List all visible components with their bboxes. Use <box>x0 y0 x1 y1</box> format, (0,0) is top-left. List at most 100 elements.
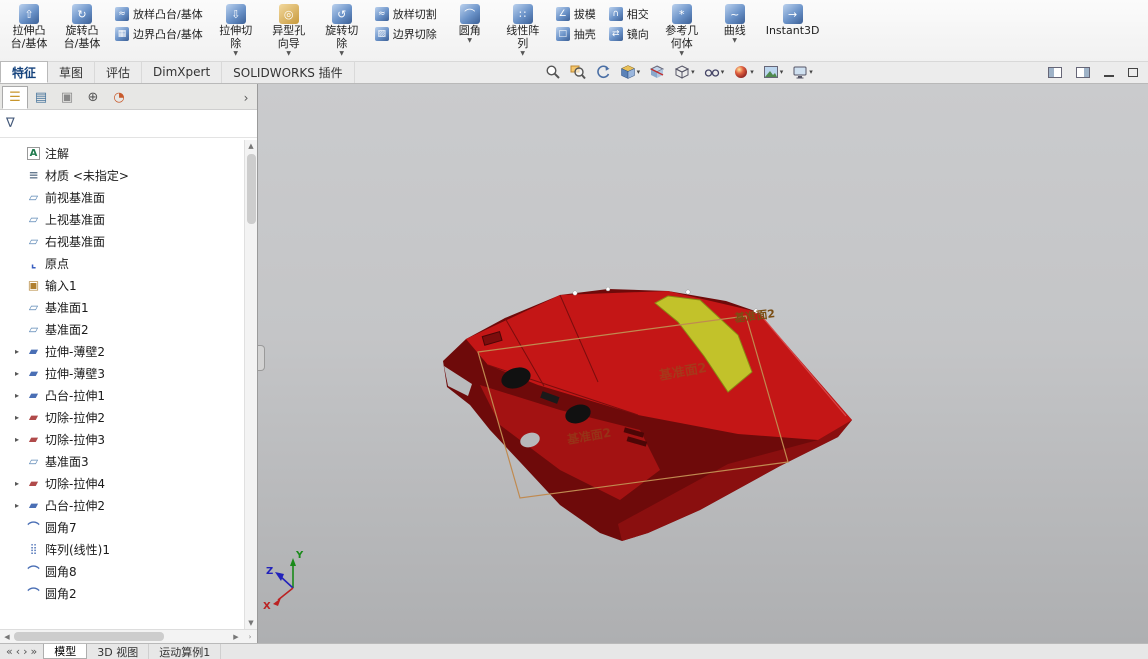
tree-item[interactable]: ▸ 切除-拉伸2 <box>6 406 243 428</box>
edit-appearance-icon[interactable]: ▾ <box>733 64 754 80</box>
scrollbar-thumb[interactable] <box>14 632 164 641</box>
collapse-left-pane-icon[interactable] <box>1048 66 1062 78</box>
tree-item[interactable]: ▸ 凸台-拉伸1 <box>6 384 243 406</box>
expand-arrow-icon[interactable]: ▸ <box>12 501 22 510</box>
expand-panel-chevron-icon[interactable]: › <box>237 86 255 109</box>
dropdown-caret-icon[interactable]: ▼ <box>520 50 525 57</box>
minimize-icon[interactable] <box>1104 74 1114 77</box>
ribbon-button-mirror[interactable]: 镜向 <box>604 25 654 43</box>
dropdown-caret-icon[interactable]: ▼ <box>467 37 472 44</box>
graphics-viewport[interactable]: 基准面2 基准面2 基准面2 Y Z X <box>258 84 1148 643</box>
zoom-area-icon[interactable] <box>570 64 586 80</box>
expand-arrow-icon[interactable]: ▸ <box>12 391 22 400</box>
expand-arrow-icon[interactable]: ▸ <box>12 369 22 378</box>
ribbon-button-hole-wizard[interactable]: 异型孔 向导 ▼ <box>264 2 314 61</box>
tabs-scroll-left-icon[interactable]: ‹ <box>16 645 20 658</box>
tree-item[interactable]: 原点 <box>6 252 243 274</box>
tree-item[interactable]: 材质 <未指定> <box>6 164 243 186</box>
tab-features[interactable]: 特征 <box>0 61 49 83</box>
dimxpertmanager-tab-icon[interactable]: ⊕ <box>80 86 106 109</box>
tree-item[interactable]: 圆角2 <box>6 582 243 604</box>
dropdown-caret-icon[interactable]: ▾ <box>721 68 725 76</box>
tree-item[interactable]: 前视基准面 <box>6 186 243 208</box>
view-settings-icon[interactable]: ▾ <box>792 64 813 80</box>
tree-item[interactable]: 圆角8 <box>6 560 243 582</box>
expand-arrow-icon[interactable]: ▸ <box>12 413 22 422</box>
configurationmanager-tab-icon[interactable]: ▣ <box>54 86 80 109</box>
ribbon-button-intersect[interactable]: 相交 <box>604 5 654 23</box>
zoom-fit-icon[interactable] <box>545 64 561 80</box>
ribbon-button-shell[interactable]: 抽壳 <box>551 25 601 43</box>
ribbon-button-instant3d[interactable]: Instant3D <box>763 2 823 61</box>
expand-arrow-icon[interactable]: ▸ <box>12 347 22 356</box>
dropdown-caret-icon[interactable]: ▾ <box>691 68 695 76</box>
tab-dimxpert[interactable]: DimXpert <box>142 61 223 83</box>
hide-show-items-icon[interactable]: ▾ <box>704 64 725 80</box>
tab-motion-study-1[interactable]: 运动算例1 <box>149 644 222 659</box>
ribbon-button-revolve-cut[interactable]: 旋转切 除 ▼ <box>317 2 367 61</box>
tree-item[interactable]: ▸ 拉伸-薄壁2 <box>6 340 243 362</box>
tree-horizontal-scrollbar[interactable]: ◀ ▶ › <box>0 629 257 643</box>
ribbon-button-boundary-cut[interactable]: 边界切除 <box>370 25 442 43</box>
dropdown-caret-icon[interactable]: ▾ <box>809 68 813 76</box>
dropdown-caret-icon[interactable]: ▾ <box>780 68 784 76</box>
section-view-icon[interactable] <box>649 64 665 80</box>
display-style-icon[interactable]: ▾ <box>674 64 695 80</box>
dropdown-caret-icon[interactable]: ▼ <box>286 50 291 57</box>
tree-item[interactable]: 基准面1 <box>6 296 243 318</box>
apply-scene-icon[interactable]: ▾ <box>763 64 784 80</box>
ribbon-button-boundary-boss[interactable]: 边界凸台/基体 <box>110 25 208 43</box>
tree-item[interactable]: 基准面2 <box>6 318 243 340</box>
tree-item[interactable]: 基准面3 <box>6 450 243 472</box>
expand-arrow-icon[interactable]: ▸ <box>12 435 22 444</box>
propertymanager-tab-icon[interactable]: ▤ <box>28 86 54 109</box>
view-orientation-icon[interactable]: ▾ <box>620 64 641 80</box>
tree-item[interactable]: 输入1 <box>6 274 243 296</box>
scrollbar-thumb[interactable] <box>246 154 256 224</box>
ribbon-button-revolve-boss[interactable]: 旋转凸 台/基体 <box>57 2 107 61</box>
tree-vertical-scrollbar[interactable]: ▲ ▼ <box>244 140 257 629</box>
tabs-scroll-right-icon[interactable]: › <box>23 645 27 658</box>
collapse-right-pane-icon[interactable] <box>1076 66 1090 78</box>
maximize-icon[interactable] <box>1128 67 1138 77</box>
previous-view-icon[interactable] <box>595 64 611 80</box>
tree-filter-bar[interactable]: ∇ <box>0 110 257 138</box>
tree-item[interactable]: 右视基准面 <box>6 230 243 252</box>
scroll-up-icon[interactable]: ▲ <box>248 140 253 152</box>
ribbon-button-draft[interactable]: 拔模 <box>551 5 601 23</box>
dropdown-caret-icon[interactable]: ▾ <box>750 68 754 76</box>
dropdown-caret-icon[interactable]: ▾ <box>637 68 641 76</box>
dropdown-caret-icon[interactable]: ▼ <box>732 37 737 44</box>
tab-model[interactable]: 模型 <box>43 644 88 659</box>
scroll-right-icon[interactable]: ▶ <box>229 633 243 641</box>
dropdown-caret-icon[interactable]: ▼ <box>233 50 238 57</box>
ribbon-button-reference-geometry[interactable]: 参考几 何体 ▼ <box>657 2 707 61</box>
scroll-down-icon[interactable]: ▼ <box>248 617 253 629</box>
tab-evaluate[interactable]: 评估 <box>95 61 143 83</box>
ribbon-button-curves[interactable]: 曲线 ▼ <box>710 2 760 61</box>
tree-item[interactable]: ▸ 凸台-拉伸2 <box>6 494 243 516</box>
ribbon-button-loft-cut[interactable]: 放样切割 <box>370 5 442 23</box>
ribbon-button-extrude-boss[interactable]: 拉伸凸 台/基体 <box>4 2 54 61</box>
tree-expand-chevron-icon[interactable]: › <box>243 633 257 641</box>
ribbon-button-extrude-cut[interactable]: 拉伸切 除 ▼ <box>211 2 261 61</box>
tab-sketch[interactable]: 草图 <box>48 61 96 83</box>
tree-item[interactable]: ▸ 切除-拉伸4 <box>6 472 243 494</box>
tree-item[interactable]: 阵列(线性)1 <box>6 538 243 560</box>
tree-item[interactable]: 注解 <box>6 142 243 164</box>
tree-item[interactable]: 上视基准面 <box>6 208 243 230</box>
dropdown-caret-icon[interactable]: ▼ <box>679 50 684 57</box>
ribbon-button-fillet[interactable]: 圆角 ▼ <box>445 2 495 61</box>
tree-item[interactable]: 圆角7 <box>6 516 243 538</box>
expand-arrow-icon[interactable]: ▸ <box>12 479 22 488</box>
displaymanager-tab-icon[interactable]: ◔ <box>106 86 132 109</box>
featuremanager-tab-icon[interactable]: ☰ <box>2 86 28 109</box>
panel-splitter-handle[interactable] <box>258 345 265 371</box>
tabs-scroll-start-icon[interactable]: « <box>6 645 13 658</box>
tab-solidworks-addins[interactable]: SOLIDWORKS 插件 <box>222 61 355 83</box>
dropdown-caret-icon[interactable]: ▼ <box>339 50 344 57</box>
ribbon-button-linear-pattern[interactable]: 线性阵 列 ▼ <box>498 2 548 61</box>
tree-item[interactable]: ▸ 拉伸-薄壁3 <box>6 362 243 384</box>
scroll-left-icon[interactable]: ◀ <box>0 633 14 641</box>
tab-3d-views[interactable]: 3D 视图 <box>87 644 150 659</box>
